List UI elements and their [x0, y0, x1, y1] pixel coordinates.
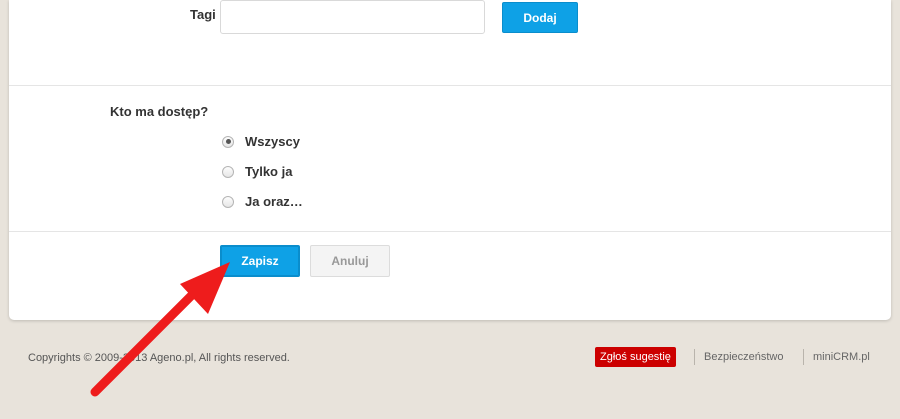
tags-label: Tagi — [190, 7, 216, 22]
form-card: Tagi Dodaj Kto ma dostęp? Wszyscy Tylko … — [9, 0, 891, 320]
access-option-all[interactable]: Wszyscy — [222, 134, 300, 149]
access-option-only-me[interactable]: Tylko ja — [222, 164, 292, 179]
footer-separator — [694, 349, 695, 365]
access-title: Kto ma dostęp? — [110, 104, 209, 119]
radio-me-and[interactable] — [222, 195, 234, 208]
radio-only-me[interactable] — [222, 165, 234, 178]
access-option-label: Tylko ja — [245, 164, 293, 179]
divider — [9, 85, 891, 86]
cancel-button[interactable]: Anuluj — [310, 245, 390, 277]
divider — [9, 231, 891, 232]
save-button[interactable]: Zapisz — [220, 245, 300, 277]
tags-input[interactable] — [220, 0, 485, 34]
access-option-label: Wszyscy — [245, 134, 300, 149]
radio-all[interactable] — [222, 135, 234, 148]
access-option-label: Ja oraz… — [245, 194, 303, 209]
radio-selected-dot — [225, 139, 231, 144]
footer-separator — [803, 349, 804, 365]
add-tag-button[interactable]: Dodaj — [502, 2, 578, 33]
access-option-me-and[interactable]: Ja oraz… — [222, 194, 303, 209]
minicrm-link[interactable]: miniCRM.pl — [813, 351, 870, 363]
copyright-text: Copyrights © 2009-2013 Ageno.pl, All rig… — [28, 352, 290, 364]
security-link[interactable]: Bezpieczeństwo — [704, 351, 784, 363]
suggest-button[interactable]: Zgłoś sugestię — [595, 347, 676, 367]
